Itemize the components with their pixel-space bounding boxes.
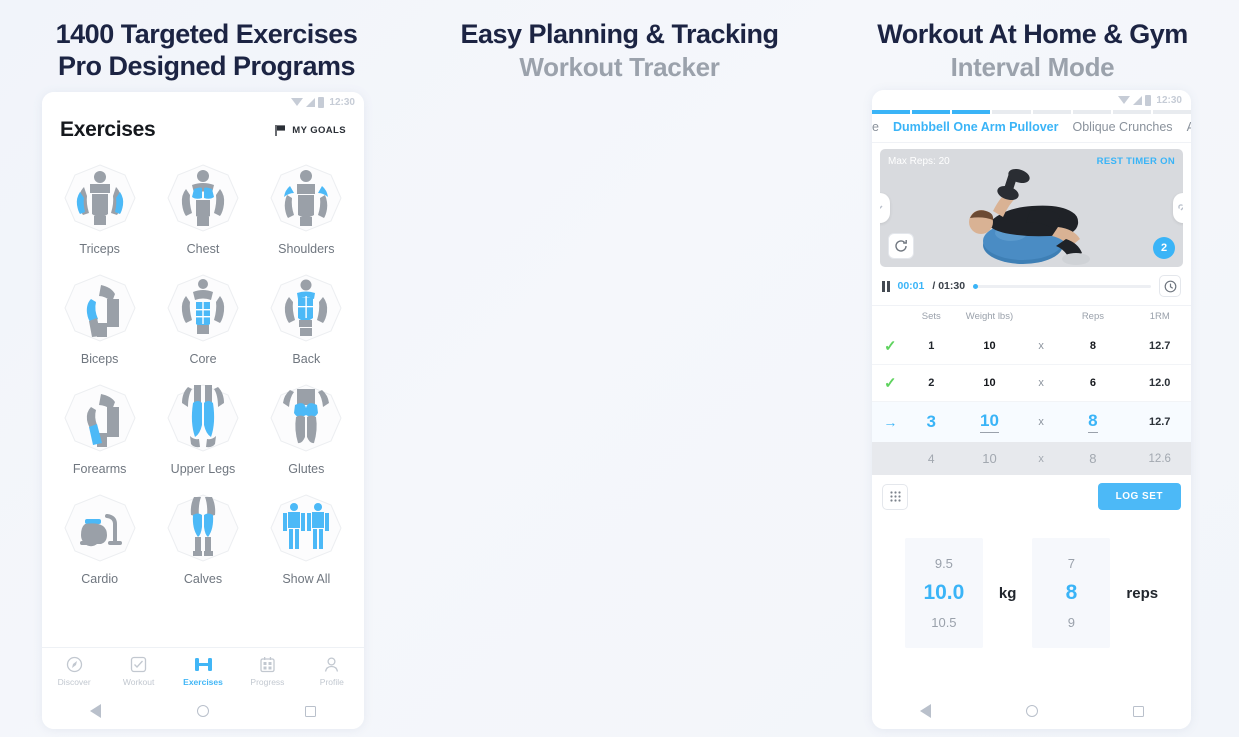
tile-forearms[interactable]: Forearms (48, 372, 151, 482)
flag-icon (275, 124, 286, 136)
android-nav-bar-1 (42, 693, 364, 729)
tile-triceps[interactable]: Triceps (48, 152, 151, 262)
headline-1: 1400 Targeted Exercises Pro Designed Pro… (0, 0, 413, 82)
tab-label: Profile (319, 676, 344, 687)
progress-icon (235, 655, 299, 674)
bottom-tab-bar: Discover Workout Exercises Progress Prof… (42, 647, 364, 693)
tile-label: Chest (186, 242, 220, 256)
profile-icon (300, 655, 364, 674)
tab-label: Exercises (183, 676, 223, 687)
tile-biceps[interactable]: Biceps (48, 262, 151, 372)
tile-label: Cardio (81, 572, 119, 586)
tile-shoulders[interactable]: Shoulders (255, 152, 358, 262)
tab-workout[interactable]: Workout (106, 655, 170, 687)
show-all-icon (255, 486, 358, 570)
muscle-group-grid: Triceps Chest Shoulders Biceps Core Back… (42, 152, 364, 592)
signal-icon (306, 97, 316, 107)
headline-2-line1: Easy Planning & Tracking (460, 19, 779, 49)
glutes-icon (255, 376, 358, 460)
status-bar-1: 12:30 (42, 92, 364, 112)
tile-show-all[interactable]: Show All (255, 482, 358, 592)
tab-discover[interactable]: Discover (42, 655, 106, 687)
tile-label: Triceps (79, 242, 120, 256)
tile-label: Back (292, 352, 321, 366)
tile-calves[interactable]: Calves (151, 482, 254, 592)
tile-label: Shoulders (278, 242, 335, 256)
tile-core[interactable]: Core (151, 262, 254, 372)
panel-workout-tracker: Easy Planning & Tracking Workout Tracker… (413, 0, 1191, 737)
triceps-icon (48, 156, 151, 240)
status-time-1: 12:30 (329, 96, 355, 108)
battery-icon (318, 96, 325, 108)
tile-label: Core (189, 352, 217, 366)
android-home-icon[interactable] (197, 705, 209, 717)
android-recents-icon[interactable] (305, 705, 316, 717)
tab-label: Discover (57, 676, 91, 687)
screenshot-stage: 1400 Targeted Exercises Pro Designed Pro… (0, 0, 1239, 737)
biceps-icon (48, 266, 151, 350)
chest-icon (151, 156, 254, 240)
tab-progress[interactable]: Progress (235, 655, 299, 687)
my-goals-button[interactable]: MY GOALS (274, 124, 346, 137)
tile-cardio[interactable]: Cardio (48, 482, 151, 592)
tab-profile[interactable]: Profile (300, 655, 364, 687)
tile-label: Show All (282, 572, 331, 586)
headline-1-line2: Pro Designed Programs (57, 51, 356, 82)
tab-label: Workout (122, 676, 155, 687)
forearms-icon (48, 376, 151, 460)
android-back-icon[interactable] (90, 704, 101, 718)
headline-1-line1: 1400 Targeted Exercises (55, 19, 358, 49)
my-goals-label: MY GOALS (292, 124, 346, 136)
core-icon (151, 266, 254, 350)
headline-3: Workout At Home & Gym Interval Mode (826, 0, 1239, 85)
dumbbell-icon (171, 655, 235, 674)
headline-2-line2: Workout Tracker (519, 52, 720, 83)
tile-label: Forearms (72, 462, 127, 476)
tile-glutes[interactable]: Glutes (255, 372, 358, 482)
tile-chest[interactable]: Chest (151, 152, 254, 262)
wifi-icon (291, 98, 304, 106)
back-icon (255, 266, 358, 350)
tile-label: Glutes (288, 462, 325, 476)
panel-exercises: 1400 Targeted Exercises Pro Designed Pro… (0, 0, 413, 737)
phone-mockup-1: 12:30 Exercises MY GOALS Triceps Chest S… (42, 92, 364, 729)
page-title: Exercises (60, 118, 156, 141)
headline-2: Easy Planning & Tracking Workout Tracker (413, 0, 826, 85)
discover-icon (42, 655, 106, 674)
cardio-icon (48, 486, 151, 570)
tile-label: Biceps (80, 352, 119, 366)
panel-interval-mode: Workout At Home & Gym Interval Mode 12:3… (826, 0, 1239, 737)
upper-legs-icon (151, 376, 254, 460)
headline-3-line1: Workout At Home & Gym (877, 19, 1188, 49)
tile-label: Upper Legs (170, 462, 236, 476)
shoulders-icon (255, 156, 358, 240)
workout-icon (106, 655, 170, 674)
tile-upper-legs[interactable]: Upper Legs (151, 372, 254, 482)
headline-3-line2: Interval Mode (950, 52, 1115, 83)
tile-label: Calves (183, 572, 223, 586)
tile-back[interactable]: Back (255, 262, 358, 372)
exercises-header: Exercises MY GOALS (42, 112, 364, 152)
tab-exercises[interactable]: Exercises (171, 655, 235, 687)
tab-label: Progress (250, 676, 285, 687)
calves-icon (151, 486, 254, 570)
